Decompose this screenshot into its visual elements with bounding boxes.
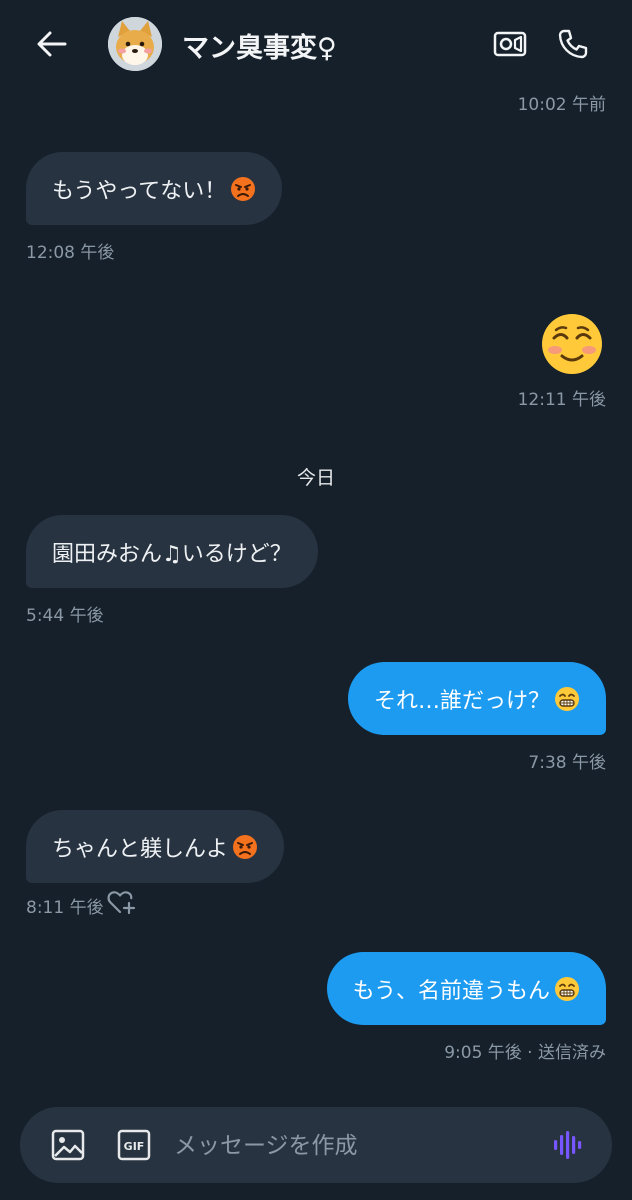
message-timestamp: 8:11 午後 [26,898,104,918]
add-reaction-heart-icon[interactable] [106,889,136,915]
phone-icon [558,29,588,59]
message-text: もう、名前違うもん [352,978,550,1004]
incoming-message-bubble[interactable]: もうやってない！ [26,152,283,225]
message-composer: GIF [20,1107,612,1183]
grinning-face-icon [555,686,579,711]
video-call-button[interactable] [490,24,530,64]
gif-icon[interactable]: GIF [116,1127,152,1163]
shiba-avatar-icon [108,17,162,71]
image-icon[interactable] [50,1127,86,1163]
gif-label: GIF [124,1140,145,1153]
incoming-message-bubble[interactable]: ちゃんと躾しんよ [26,810,285,883]
message-timestamp: 5:44 午後 [26,606,104,626]
conversation-header: マン臭事変♀ [0,0,632,88]
day-divider: 今日 [296,467,335,489]
outgoing-message-bubble[interactable]: もう、名前違うもん [326,952,606,1025]
outgoing-message-bubble[interactable]: それ…誰だっけ？ [347,662,606,735]
message-timestamp: 9:05 午後 · 送信済み [444,1043,606,1063]
angry-face-icon [231,176,256,201]
message-input[interactable] [172,1125,536,1167]
avatar[interactable] [108,17,162,71]
smiling-face-icon[interactable] [540,312,604,376]
message-text: もうやってない！ [52,178,227,204]
incoming-message-bubble[interactable]: 園田みおん♫いるけど？ [26,515,318,588]
message-text: ちゃんと躾しんよ [52,836,229,862]
arrow-left-icon [37,31,67,57]
message-timestamp: 12:08 午後 [26,243,115,263]
voice-call-button[interactable] [553,24,593,64]
angry-face-icon [233,834,258,859]
message-timestamp: 7:38 午後 [528,753,606,773]
message-timestamp: 10:02 午前 [517,95,606,115]
message-text: それ…誰だっけ？ [373,688,550,714]
voice-waveform-icon[interactable] [552,1129,586,1161]
message-timestamp: 12:11 午後 [517,390,606,410]
conversation-title[interactable]: マン臭事変♀ [182,26,337,65]
message-text: 園田みおん♫いるけど？ [52,541,292,567]
video-call-icon [493,31,527,57]
grinning-face-icon [555,976,579,1001]
back-button[interactable] [30,22,74,66]
